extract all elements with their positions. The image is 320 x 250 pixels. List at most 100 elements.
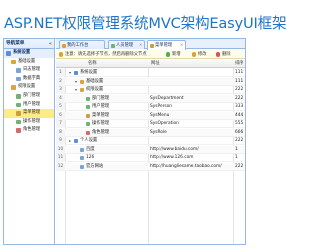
sidebar-item-label: 菜单管理 [23, 110, 41, 116]
row-name: 百度 [86, 146, 95, 152]
menu-node-icon [80, 79, 84, 84]
expand-toggle-icon[interactable]: ▾ [69, 69, 71, 77]
sidebar-item[interactable]: 部门管理 [4, 92, 54, 101]
table-row[interactable]: 11 126 http://www.126.com 1 [56, 154, 245, 162]
row-number: 7 [56, 120, 65, 128]
menu-tree-grid: 名称 网址 排序 1 ▾ 系统设置 111 2 ▾ 基础设置 111 3 ▾ 权限设置 222 4 部门管… [56, 60, 245, 244]
row-url: SysDepartment [150, 95, 184, 101]
tab-label: 人员管理 [116, 43, 134, 48]
row-name: 用户管理 [92, 104, 110, 109]
menu-folder-icon [16, 128, 21, 133]
collapse-icon[interactable]: « [49, 39, 52, 49]
row-name: 基础设置 [86, 78, 104, 84]
menu-folder-icon [16, 93, 21, 99]
menu-node-icon [74, 71, 78, 75]
toolbar-button-1[interactable]: 新增 [166, 50, 188, 59]
button-icon [192, 52, 197, 57]
menu-node-icon [80, 156, 84, 160]
button-icon [216, 52, 221, 57]
tab-icon [150, 43, 154, 48]
table-row[interactable]: 9 ▸ 个人设置 222 [56, 137, 245, 145]
row-sort: 555 [235, 121, 244, 126]
sidebar-item[interactable]: 数据字典 [4, 75, 54, 84]
sidebar-tree: 系统设置 基础设置 日志管理 数据字典权限设置 部门管理 用户管理 菜单管理操作管理 角色管理 [4, 49, 54, 135]
button-label: 修改 [198, 52, 207, 57]
row-name: 操作管理 [92, 121, 110, 126]
row-number: 12 [56, 162, 65, 171]
app-title: ASP.NET权限管理系统MVC架构EasyUI框架 [4, 15, 287, 32]
grid-header: 名称 网址 排序 [56, 60, 245, 68]
column-header-sort[interactable]: 排序 [235, 60, 244, 68]
row-name: 系统设置 [80, 70, 98, 75]
column-header-name[interactable]: 名称 [88, 60, 97, 68]
column-header-url[interactable]: 网址 [151, 60, 160, 68]
expand-toggle-icon[interactable]: ▾ [75, 86, 77, 94]
sidebar-item[interactable]: 系统设置 [4, 49, 54, 58]
sidebar-item[interactable]: 菜单管理 [4, 109, 54, 118]
row-name: 权限设置 [86, 87, 104, 92]
toolbar-button-3[interactable]: 删除 [216, 50, 238, 59]
table-row[interactable]: 5 用户管理 SysPerson 333 [56, 103, 245, 111]
table-row[interactable]: 2 ▾ 基础设置 111 [56, 77, 245, 86]
menu-folder-icon [16, 68, 21, 73]
row-name: 官方网站 [86, 163, 104, 169]
row-sort: 222 [235, 138, 244, 143]
close-icon[interactable]: × [180, 41, 184, 50]
tab-label: 我的工作台 [67, 43, 89, 48]
table-row[interactable]: 3 ▾ 权限设置 222 [56, 86, 245, 94]
menu-node-icon [86, 113, 90, 118]
table-row[interactable]: 6 菜单管理 SysMenu 444 [56, 111, 245, 120]
menu-node-icon [86, 105, 90, 109]
sidebar-item[interactable]: 角色管理 [4, 126, 54, 135]
row-number: 10 [56, 145, 65, 154]
row-sort: 1 [235, 146, 238, 152]
row-url: SysRole [150, 129, 167, 135]
expand-toggle-icon[interactable]: ▸ [69, 137, 71, 145]
table-row[interactable]: 10 百度 http://www.baidu.com/1 [56, 145, 245, 154]
table-row[interactable]: 8 角色管理 SysRole 666 [56, 128, 245, 137]
tab-3[interactable]: 菜单管理 × [147, 40, 186, 50]
toolbar: 注意：请先选择子节点，然后再删除父节点 新增 修改 删除 [56, 50, 245, 59]
menu-node-icon [86, 96, 90, 101]
row-sort: 222 [235, 95, 244, 101]
warning-icon [59, 52, 64, 57]
row-number: 3 [56, 86, 65, 94]
sidebar-item[interactable]: 用户管理 [4, 101, 54, 110]
table-row[interactable]: 7 操作管理 SysOperation 555 [56, 120, 245, 128]
tab-1[interactable]: 我的工作台 [59, 40, 105, 49]
sidebar: 导航菜单 « 系统设置 基础设置 日志管理 数据字典权限设置 部门管理 用户管理 菜单管理操… [4, 39, 55, 244]
table-row[interactable]: 4 部门管理 SysDepartment 222 [56, 94, 245, 103]
menu-node-icon [80, 164, 84, 169]
row-url: http://www.126.com [150, 155, 194, 160]
tab-bar: 我的工作台 人员管理 × 菜单管理 × [56, 39, 245, 50]
menu-folder-icon [11, 59, 16, 65]
sidebar-item[interactable]: 权限设置 [4, 83, 54, 92]
row-name: 126 [86, 155, 95, 160]
row-number: 4 [56, 94, 65, 103]
button-label: 新增 [172, 52, 181, 57]
row-sort: 222 [235, 87, 244, 92]
row-url: http://www.baidu.com/ [150, 146, 199, 152]
row-number: 9 [56, 137, 65, 145]
main-panel: 我的工作台 人员管理 × 菜单管理 × 注意：请先选择子节点，然后再删除父节点 新增 修改… [56, 39, 245, 244]
expand-toggle-icon[interactable]: ▾ [75, 78, 77, 86]
table-row[interactable]: 1 ▾ 系统设置 111 [56, 69, 245, 77]
menu-folder-icon [16, 111, 21, 116]
row-url: SysPerson [150, 104, 172, 109]
row-number: 1 [56, 69, 65, 77]
menu-folder-icon [16, 102, 21, 108]
menu-folder-icon [16, 76, 21, 82]
sidebar-item[interactable]: 日志管理 [4, 66, 54, 75]
sidebar-item[interactable]: 基础设置 [4, 58, 54, 67]
menu-node-icon [80, 88, 84, 92]
row-sort: 666 [235, 129, 244, 135]
sidebar-item[interactable]: 操作管理 [4, 118, 54, 127]
menu-folder-icon [6, 51, 11, 56]
sidebar-item-label: 数据字典 [23, 75, 41, 81]
sidebar-title: 导航菜单 [6, 41, 25, 46]
tab-2[interactable]: 人员管理 × [108, 40, 145, 49]
close-icon[interactable]: × [139, 41, 143, 50]
row-sort: 444 [235, 112, 244, 118]
table-row[interactable]: 12 官方网站 http://huangliesame.taobao.com/222 [56, 162, 245, 171]
toolbar-button-2[interactable]: 修改 [192, 50, 214, 59]
